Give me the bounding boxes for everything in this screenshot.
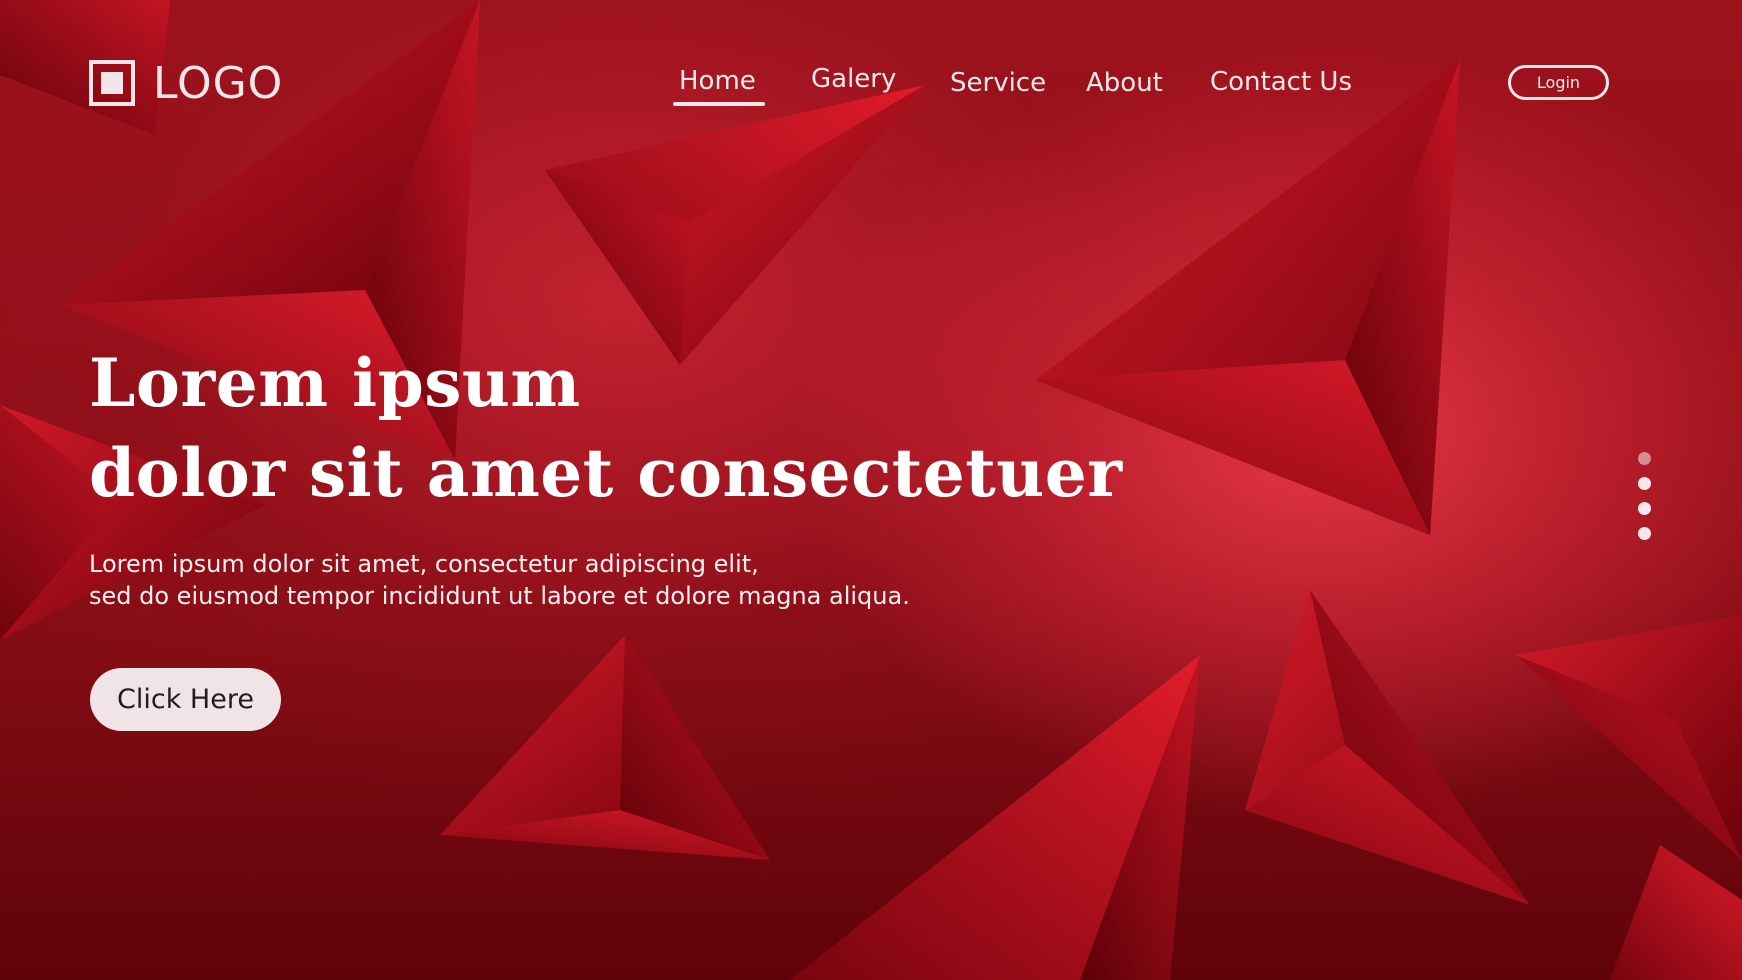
pagination-dot[interactable] bbox=[1638, 502, 1651, 515]
hero-headline-line-2: dolor sit amet consectetuer bbox=[89, 434, 1123, 512]
nav-item-service[interactable]: Service bbox=[950, 68, 1046, 98]
pagination-dot[interactable] bbox=[1638, 452, 1651, 465]
logo-text: LOGO bbox=[153, 57, 284, 109]
nav-active-underline bbox=[673, 102, 765, 106]
nav-item-home[interactable]: Home bbox=[679, 66, 756, 96]
logo[interactable]: LOGO bbox=[89, 57, 284, 109]
login-button[interactable]: Login bbox=[1508, 65, 1609, 100]
hero-headline-line-1: Lorem ipsum bbox=[89, 344, 581, 422]
slide-pagination bbox=[1638, 452, 1652, 540]
hero-body-line-2: sed do eiusmod tempor incididunt ut labo… bbox=[89, 582, 910, 610]
pagination-dot[interactable] bbox=[1638, 477, 1651, 490]
pagination-dot[interactable] bbox=[1638, 527, 1651, 540]
square-logo-icon bbox=[89, 60, 135, 106]
nav-item-contact-us[interactable]: Contact Us bbox=[1210, 67, 1352, 97]
nav-item-galery[interactable]: Galery bbox=[811, 64, 896, 94]
hero-body-line-1: Lorem ipsum dolor sit amet, consectetur … bbox=[89, 550, 759, 578]
nav-item-about[interactable]: About bbox=[1086, 68, 1163, 98]
click-here-button[interactable]: Click Here bbox=[90, 668, 281, 731]
